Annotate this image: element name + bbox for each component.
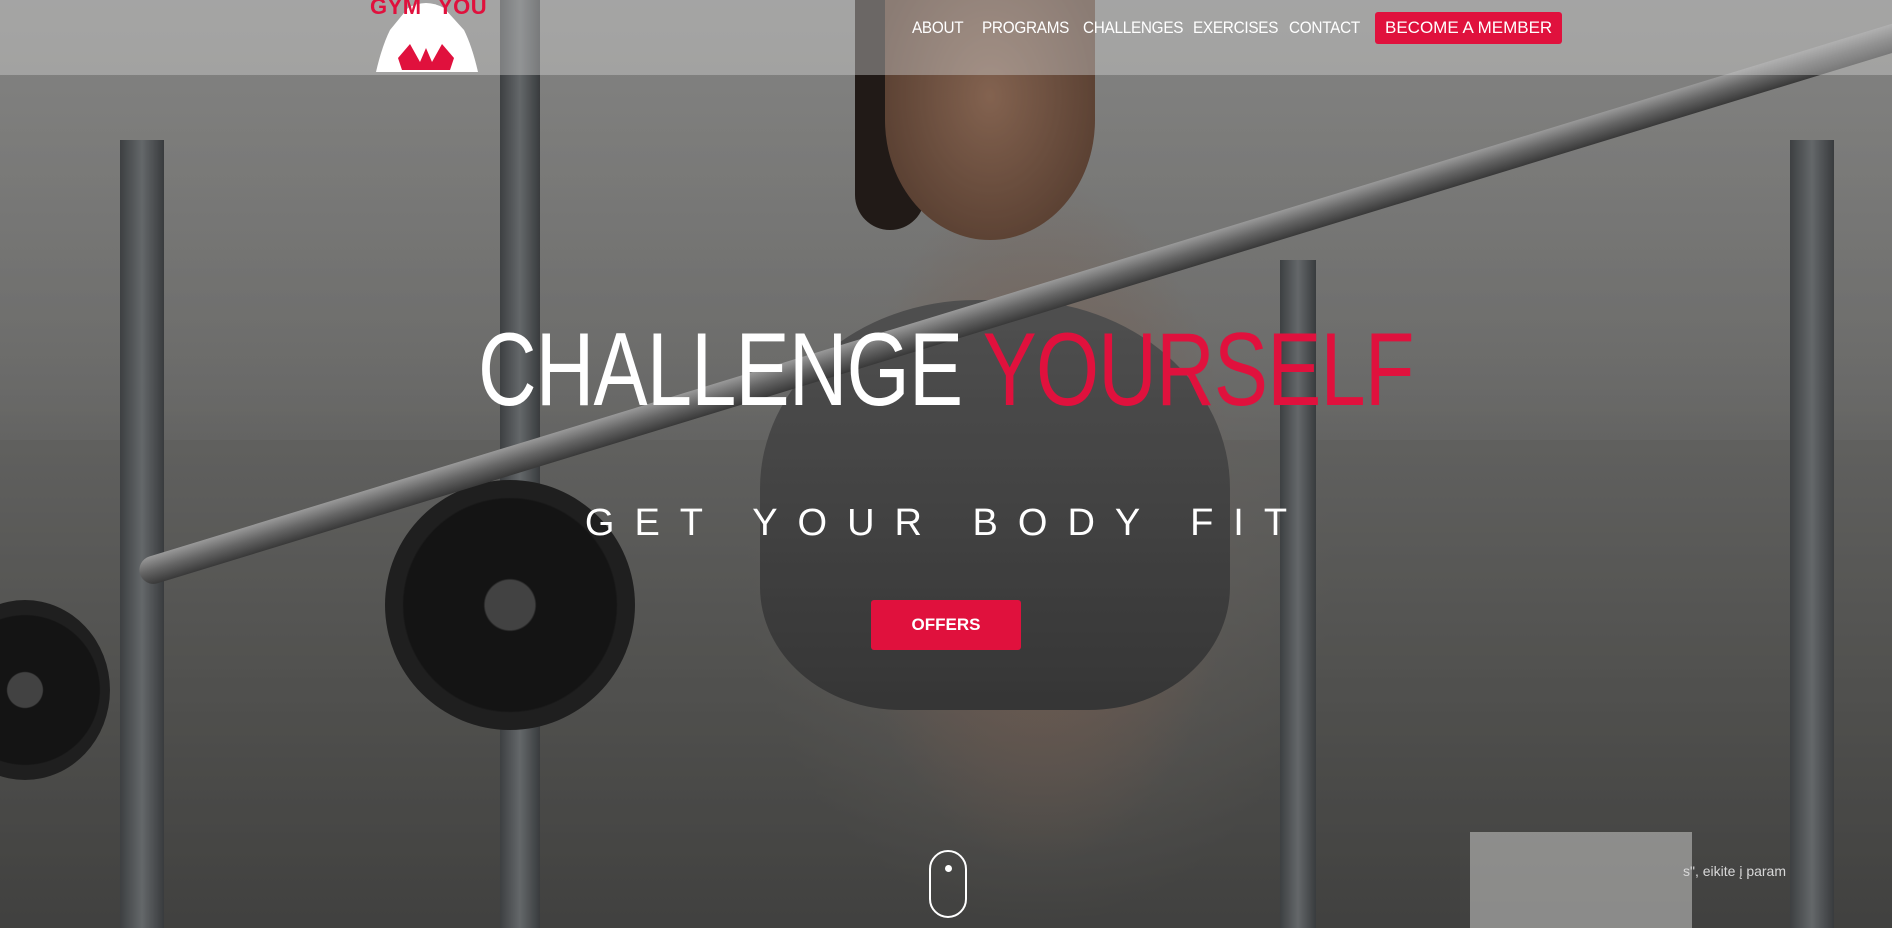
hero-subtitle: GET YOUR BODY FIT: [584, 502, 1308, 544]
popup-text-fragment: s", eikite į param: [1683, 863, 1787, 879]
nav-about[interactable]: ABOUT: [912, 18, 964, 38]
hero-dark-overlay: [0, 0, 1892, 928]
scroll-dot: [945, 865, 952, 872]
nav-programs[interactable]: PROGRAMS: [982, 18, 1069, 38]
site-header: GYM YOU ABOUT PROGRAMS CHALLENGES EXERCI…: [0, 0, 1892, 75]
logo-text-left: GYM: [370, 0, 422, 19]
mouse-scroll-icon[interactable]: [929, 850, 967, 918]
nav-challenges[interactable]: CHALLENGES: [1083, 18, 1183, 38]
hero-title: CHALLENGE YOURSELF: [0, 318, 1892, 422]
nav-exercises[interactable]: EXERCISES: [1193, 18, 1278, 38]
hero-title-red: YOURSELF: [982, 312, 1415, 428]
popup-panel: [1470, 832, 1692, 928]
site-logo[interactable]: GYM YOU: [368, 0, 488, 76]
nav-contact[interactable]: CONTACT: [1289, 18, 1360, 38]
logo-text-right: YOU: [438, 0, 488, 19]
become-member-button[interactable]: BECOME A MEMBER: [1375, 12, 1563, 44]
hero-title-white: CHALLENGE: [478, 312, 963, 428]
offers-button[interactable]: OFFERS: [871, 600, 1021, 650]
main-nav: ABOUT PROGRAMS CHALLENGES EXERCISES CONT…: [912, 12, 1563, 44]
